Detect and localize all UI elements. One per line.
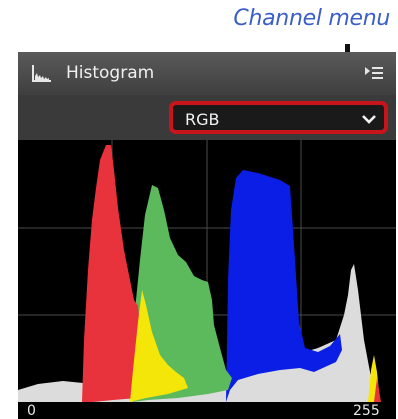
channel-menu-callout-label: Channel menu [233, 6, 390, 31]
channel-select[interactable]: RGB [169, 101, 388, 134]
panel-title: Histogram [66, 63, 155, 83]
chevron-down-icon [362, 115, 376, 124]
histogram-icon [32, 65, 51, 82]
panel-menu-icon[interactable] [364, 65, 384, 81]
axis-min-label: 0 [27, 403, 36, 419]
axis-max-label: 255 [353, 403, 380, 419]
channel-select-value: RGB [185, 110, 220, 129]
histogram-plot [18, 140, 396, 402]
panel-titlebar[interactable]: Histogram [18, 52, 396, 95]
channel-controlbar: RGB [18, 95, 396, 140]
histogram-panel: Histogram RGB 0 255 [18, 52, 396, 419]
